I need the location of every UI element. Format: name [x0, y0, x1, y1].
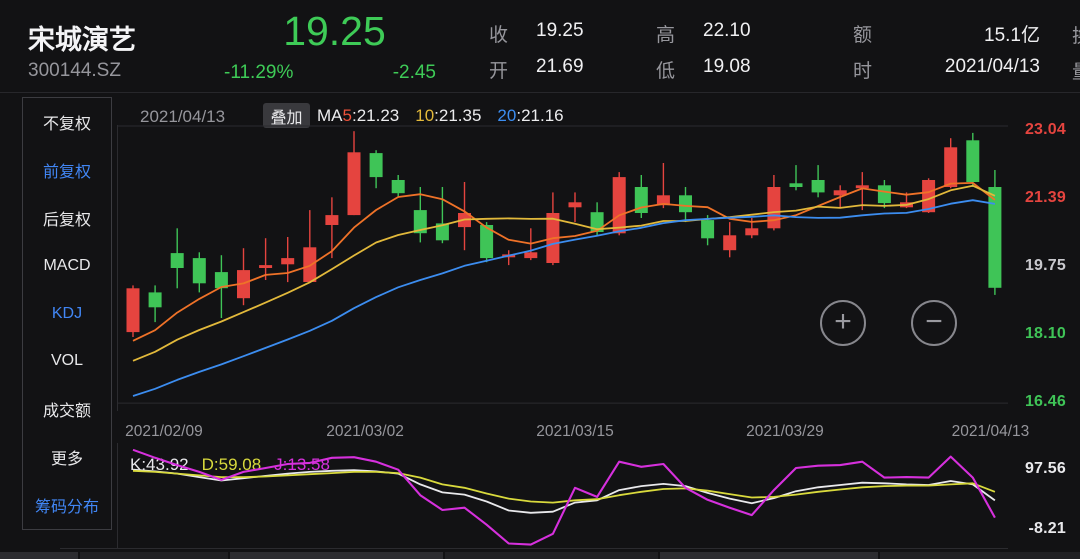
stat-time: 时 2021/04/13 [853, 56, 1040, 83]
ma5-legend: MA5:21.23 [317, 106, 399, 126]
stat-value: 19.25 [536, 20, 584, 47]
bottom-clipped-row [0, 552, 1080, 559]
stat-open: 开 21.69 [489, 56, 584, 83]
stat-label: 时 [853, 56, 900, 83]
sidebar-item-chip-distribution[interactable]: 筹码分布 [23, 481, 111, 529]
sidebar-item-vol[interactable]: VOL [23, 337, 111, 385]
clipped-edge-label: 量 [1072, 57, 1080, 84]
change-value: -2.45 [393, 62, 436, 84]
kdj-axis-label: -8.21 [1010, 520, 1066, 538]
sidebar-item-more[interactable]: 更多 [23, 433, 111, 481]
minus-icon: − [925, 307, 943, 337]
stat-label: 低 [656, 56, 703, 83]
zoom-in-button[interactable]: + [820, 300, 866, 346]
stat-low: 低 19.08 [656, 56, 751, 83]
x-axis-label: 2021/03/29 [746, 423, 824, 441]
stock-detail-screen: 宋城演艺 300144.SZ 19.25 -11.29% -2.45 收 19.… [0, 0, 1080, 559]
kdj-pane-border [60, 548, 1008, 549]
x-axis-label: 2021/02/09 [125, 423, 203, 441]
clipped-edge-label: 换 [1072, 21, 1080, 48]
stat-value: 19.08 [703, 56, 751, 83]
price-axis-label: 21.39 [1010, 189, 1066, 207]
sidebar-item-turnover[interactable]: 成交额 [23, 385, 111, 433]
sidebar-item-kdj[interactable]: KDJ [23, 290, 111, 338]
stat-close: 收 19.25 [489, 20, 584, 47]
zoom-out-button[interactable]: − [911, 300, 957, 346]
price-axis-label: 16.46 [1010, 393, 1066, 411]
stat-value: 15.1亿 [900, 20, 1040, 47]
stat-label: 收 [489, 20, 536, 47]
stat-label: 额 [853, 20, 900, 47]
x-axis-label: 2021/03/15 [536, 423, 614, 441]
stat-amount: 额 15.1亿 [853, 20, 1040, 47]
x-axis-label: 2021/04/13 [952, 423, 1030, 441]
stat-value: 22.10 [703, 20, 751, 47]
sidebar-item-no-adjust[interactable]: 不复权 [23, 98, 111, 146]
stat-value: 2021/04/13 [900, 56, 1040, 83]
chart-date-label: 2021/04/13 [140, 107, 225, 127]
change-percent: -11.29% [224, 62, 293, 84]
price-axis-label: 18.10 [1010, 325, 1066, 343]
stock-name: 宋城演艺 [28, 18, 136, 57]
header-divider [0, 92, 1080, 93]
price-change-row: -11.29% -2.45 [224, 62, 436, 84]
kdj-indicator-chart[interactable] [117, 443, 1008, 548]
sidebar-item-backward-adjust[interactable]: 后复权 [23, 194, 111, 242]
price-axis-label: 23.04 [1010, 121, 1066, 139]
candlestick-chart[interactable] [117, 125, 1008, 411]
adjustment-indicator-menu: 不复权 前复权 后复权 MACD KDJ VOL 成交额 更多 筹码分布 [22, 97, 112, 530]
ma20-legend: 20:21.16 [497, 106, 563, 126]
ma10-legend: 10:21.35 [415, 106, 481, 126]
last-price: 19.25 [232, 8, 437, 55]
stock-code: 300144.SZ [28, 60, 121, 82]
stat-high: 高 22.10 [656, 20, 751, 47]
stat-label: 开 [489, 56, 536, 83]
stat-value: 21.69 [536, 56, 584, 83]
ma-legend: MA5:21.23 10:21.35 20:21.16 [317, 106, 564, 126]
sidebar-item-forward-adjust[interactable]: 前复权 [23, 146, 111, 194]
x-axis-label: 2021/03/02 [326, 423, 404, 441]
price-axis-label: 19.75 [1010, 257, 1066, 275]
stat-label: 高 [656, 20, 703, 47]
kdj-axis-label: 97.56 [1010, 460, 1066, 478]
plus-icon: + [834, 307, 852, 337]
sidebar-item-macd[interactable]: MACD [23, 242, 111, 290]
